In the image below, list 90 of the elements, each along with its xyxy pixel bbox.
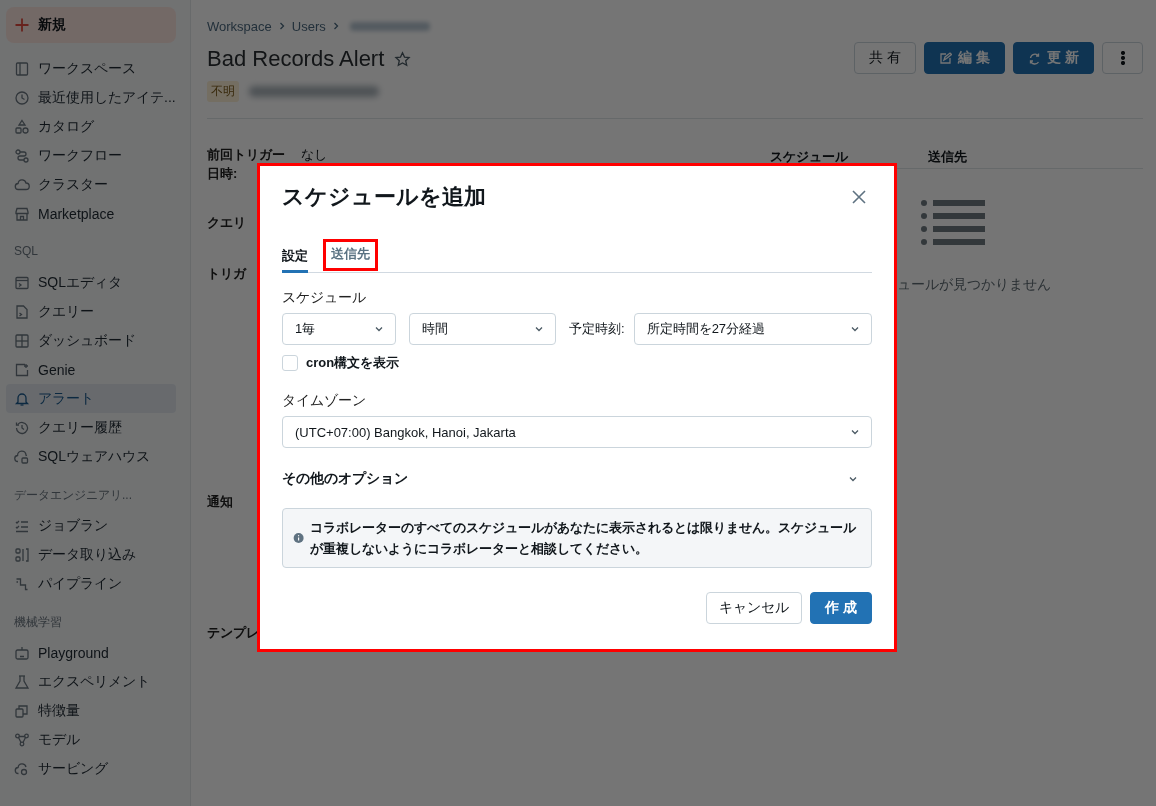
- field-label: タイムゾーン: [282, 392, 367, 410]
- chevron-down-icon: [850, 427, 860, 437]
- robot-icon: [14, 644, 30, 661]
- tab[interactable]: 送信先: [326, 242, 375, 268]
- column-header: スケジュール: [770, 148, 849, 166]
- bell-icon: [14, 390, 30, 407]
- sidebar-item[interactable]: Playground: [6, 638, 176, 667]
- refresh-icon: [1028, 51, 1041, 65]
- sidebar-item[interactable]: ジョブラン: [6, 511, 176, 540]
- sidebar-item[interactable]: クエリー: [6, 297, 176, 326]
- star-icon[interactable]: [394, 50, 412, 68]
- sidebar-item[interactable]: Marketplace: [6, 199, 176, 228]
- sidebar-item[interactable]: パイプライン: [6, 569, 176, 598]
- sidebar-item[interactable]: 最近使用したアイテ...: [6, 83, 176, 112]
- field-label: スケジュール: [282, 289, 367, 307]
- list-icon: [920, 199, 986, 247]
- section-heading: SQL: [13, 244, 39, 260]
- sidebar-item[interactable]: クエリー履歴: [6, 413, 176, 442]
- status-badge: 不明: [207, 81, 239, 102]
- action-button[interactable]: 編集: [924, 42, 1005, 74]
- history-icon: [14, 419, 30, 436]
- info-text: コラボレーターのすべてのスケジュールがあなたに表示されるとは限りません。スケジュールが重複しないようにコラボレーターと相談してください。: [310, 519, 858, 558]
- more-button[interactable]: [1102, 42, 1143, 74]
- empty-state-text: ュールが見つかりません: [897, 276, 1052, 294]
- breadcrumb-link[interactable]: Users: [291, 18, 326, 34]
- sidebar-item[interactable]: クラスター: [6, 170, 176, 199]
- sidebar-item[interactable]: SQLウェアハウス: [6, 442, 176, 471]
- layers-icon: [14, 702, 30, 719]
- sidebar-item[interactable]: モデル: [6, 725, 176, 754]
- sidebar-item[interactable]: SQLエディタ: [6, 268, 176, 297]
- warehouse-icon: [14, 448, 30, 465]
- sidebar-item[interactable]: エクスペリメント: [6, 667, 176, 696]
- sidebar-item[interactable]: Genie: [6, 355, 176, 384]
- interval-dropdown[interactable]: 1毎: [282, 313, 396, 345]
- edit-icon: [939, 51, 952, 65]
- network-icon: [14, 731, 30, 748]
- action-button[interactable]: 更新: [1013, 42, 1094, 74]
- dialog-title: スケジュールを追加: [282, 183, 486, 211]
- clock-icon: [14, 89, 30, 106]
- kebab-icon: [1120, 51, 1125, 65]
- sidebar-item[interactable]: 特徴量: [6, 696, 176, 725]
- sidebar-item[interactable]: ワークスペース: [6, 54, 176, 83]
- create-button[interactable]: 作成: [810, 592, 872, 624]
- checkbox-label: cron構文を表示: [306, 354, 400, 372]
- tab[interactable]: 設定: [282, 247, 308, 273]
- plus-icon: [14, 17, 30, 33]
- chevron-down-icon: [534, 324, 544, 334]
- more-options-toggle[interactable]: その他のオプション: [282, 468, 872, 490]
- page-title: Bad Records Alert: [207, 46, 385, 72]
- chevron-right-icon: [277, 21, 286, 31]
- chevron-right-icon: [331, 21, 340, 31]
- terminal-icon: [14, 274, 30, 291]
- sidebar-item[interactable]: データ取り込み: [6, 540, 176, 569]
- dashboard-icon: [14, 332, 30, 349]
- nodes-icon: [14, 546, 30, 563]
- timezone-dropdown[interactable]: (UTC+07:00) Bangkok, Hanoi, Jakarta: [282, 416, 872, 448]
- column-header: 送信先: [928, 148, 967, 166]
- close-button[interactable]: [850, 188, 868, 206]
- sidebar-item[interactable]: ワークフロー: [6, 141, 176, 170]
- panel-icon: [14, 60, 30, 77]
- chevron-down-icon: [374, 324, 384, 334]
- close-icon: [850, 188, 868, 206]
- field-label: 前回トリガー日時:: [207, 146, 286, 183]
- field-label: トリガ: [207, 265, 248, 283]
- flask-icon: [14, 673, 30, 690]
- field-label: テンプレ: [207, 624, 260, 642]
- cloud-icon: [14, 176, 30, 193]
- checkbox[interactable]: [282, 355, 298, 371]
- breadcrumb-link[interactable]: Workspace: [207, 18, 272, 34]
- field-label: 予定時刻:: [569, 320, 625, 338]
- action-button[interactable]: 共有: [854, 42, 916, 74]
- sidebar-item[interactable]: カタログ: [6, 112, 176, 141]
- pipe-icon: [14, 575, 30, 592]
- shapes-icon: [14, 118, 30, 135]
- field-label: 通知: [207, 493, 234, 511]
- field-label: クエリ: [207, 214, 247, 232]
- workflow-icon: [14, 147, 30, 164]
- chevron-down-icon: [850, 324, 860, 334]
- sidebar-item[interactable]: サービング: [6, 754, 176, 783]
- cancel-button[interactable]: キャンセル: [706, 592, 802, 624]
- unit-dropdown[interactable]: 時間: [409, 313, 556, 345]
- store-icon: [14, 205, 30, 222]
- field-value: なし: [301, 146, 327, 164]
- chevron-down-icon: [848, 474, 858, 484]
- sidebar-item[interactable]: ダッシュボード: [6, 326, 176, 355]
- time-dropdown[interactable]: 所定時間を27分経過: [633, 313, 872, 345]
- section-heading: 機械学習: [13, 614, 63, 630]
- new-button[interactable]: 新規: [6, 7, 176, 43]
- file-icon: [14, 303, 30, 320]
- sidebar-item[interactable]: アラート: [6, 384, 176, 413]
